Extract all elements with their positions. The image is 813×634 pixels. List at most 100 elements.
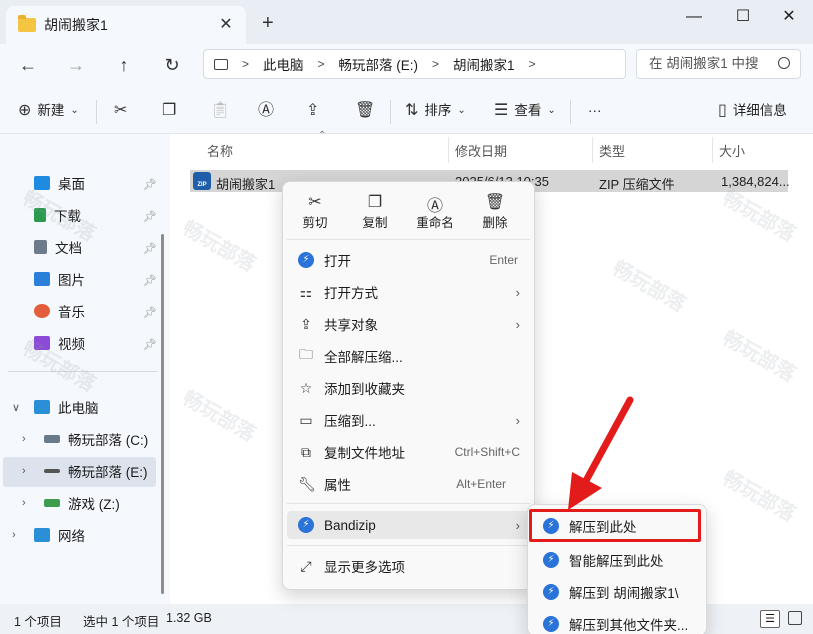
chevron-right-icon: ›	[515, 517, 520, 533]
menu-item-share[interactable]: ⇪ 共享对象 ›	[298, 312, 520, 336]
breadcrumb-pc[interactable]: 此电脑	[263, 54, 304, 74]
forward-button[interactable]: →	[61, 52, 91, 78]
sort-indicator-icon: ⌃	[318, 130, 327, 141]
sidebar-item-downloads[interactable]: 下载	[34, 203, 81, 227]
view-button[interactable]: ☰ 查看 ⌄	[494, 98, 556, 124]
sidebar-item-drive-e[interactable]: 畅玩部落 (E:)	[44, 459, 148, 483]
chevron-right-icon[interactable]: ›	[22, 497, 26, 509]
context-delete-label: 删除	[482, 216, 508, 230]
menu-separator	[287, 239, 530, 240]
rename-button[interactable]: Ⓐ	[258, 98, 274, 124]
submenu-item-label: 解压到 胡闹搬家1\	[569, 586, 679, 601]
context-delete-button[interactable]: 🗑︎ 删除	[472, 192, 518, 231]
pin-icon[interactable]: 📌︎	[143, 338, 157, 351]
sidebar-item-network[interactable]: 网络	[34, 523, 85, 547]
context-rename-button[interactable]: Ⓐ 重命名	[412, 192, 458, 231]
column-divider[interactable]	[592, 137, 593, 163]
column-divider[interactable]	[448, 137, 449, 163]
back-button[interactable]: ←	[13, 52, 43, 78]
context-copy-label: 复制	[362, 216, 388, 230]
minimize-button[interactable]: —	[676, 4, 712, 32]
submenu-item-smart-extract[interactable]: ⚡︎ 智能解压到此处	[543, 549, 664, 571]
sidebar-item-label: 音乐	[58, 305, 85, 320]
menu-item-extract-all[interactable]: 🗀 全部解压缩...	[298, 344, 518, 368]
breadcrumb-folder[interactable]: 胡闹搬家1	[453, 54, 515, 74]
menu-item-copy-path[interactable]: ⧉ 复制文件地址 Ctrl+Shift+C	[298, 440, 520, 464]
column-header-name[interactable]: 名称	[207, 141, 233, 160]
paste-button[interactable]: 📋︎	[210, 98, 230, 124]
menu-item-bandizip[interactable]: ⚡︎ Bandizip ›	[298, 513, 520, 537]
sidebar-scrollbar[interactable]	[161, 234, 164, 594]
wrench-icon: 🔧︎	[298, 475, 316, 492]
address-bar[interactable]: > 此电脑 > 畅玩部落 (E:) > 胡闹搬家1 >	[203, 49, 626, 79]
cut-button[interactable]: ✂	[114, 98, 127, 124]
up-button[interactable]: ↑	[109, 52, 139, 78]
breadcrumb-drive[interactable]: 畅玩部落 (E:)	[339, 54, 419, 74]
column-divider[interactable]	[712, 137, 713, 163]
new-label: 新建	[37, 103, 65, 118]
submenu-item-extract-to-folder[interactable]: ⚡︎ 解压到 胡闹搬家1\	[543, 581, 679, 603]
view-label: 查看	[514, 103, 542, 118]
menu-item-shortcut: Enter	[489, 253, 518, 267]
pin-icon[interactable]: 📌︎	[143, 210, 157, 223]
details-pane-button[interactable]: ▯ 详细信息	[718, 98, 787, 124]
sidebar-item-desktop[interactable]: 桌面	[34, 171, 85, 195]
pin-icon[interactable]: 📌︎	[143, 242, 157, 255]
context-copy-button[interactable]: ❐ 复制	[352, 192, 398, 231]
tab-active[interactable]: 胡闹搬家1 ✕	[6, 6, 246, 44]
sidebar-item-videos[interactable]: 视频	[34, 331, 85, 355]
sidebar-item-pictures[interactable]: 图片	[34, 267, 85, 291]
column-header-type[interactable]: 类型	[599, 141, 625, 160]
chevron-right-icon[interactable]: ›	[12, 529, 16, 541]
bandizip-icon: ⚡︎	[543, 584, 559, 600]
scissors-icon: ✂	[308, 194, 322, 211]
desktop-icon	[34, 176, 50, 190]
context-cut-button[interactable]: ✂ 剪切	[292, 192, 338, 231]
delete-button[interactable]: 🗑︎	[355, 98, 375, 124]
context-cut-label: 剪切	[302, 216, 328, 230]
new-tab-button[interactable]: +	[262, 12, 274, 35]
trash-icon: 🗑︎	[355, 102, 376, 119]
pin-icon[interactable]: 📌︎	[143, 274, 157, 287]
maximize-button[interactable]: ☐	[725, 4, 761, 32]
column-header-date[interactable]: 修改日期	[455, 141, 507, 160]
scissors-icon: ✂	[114, 102, 128, 119]
chevron-right-icon[interactable]: ›	[22, 465, 26, 477]
music-icon	[34, 304, 50, 318]
search-input[interactable]: 在 胡闹搬家1 中搜	[636, 49, 801, 79]
tiles-view-button[interactable]	[788, 611, 802, 625]
sidebar-item-this-pc[interactable]: 此电脑	[34, 395, 99, 419]
details-view-button[interactable]: ☰	[760, 610, 780, 628]
chevron-down-icon[interactable]: ∨	[12, 401, 20, 414]
menu-item-properties[interactable]: 🔧︎ 属性 Alt+Enter	[298, 472, 506, 496]
menu-item-label: 压缩到...	[324, 414, 376, 429]
close-window-button[interactable]: ✕	[771, 4, 807, 32]
pin-icon[interactable]: 📌︎	[143, 306, 157, 319]
more-options-button[interactable]: ···	[588, 98, 602, 124]
menu-item-label: 显示更多选项	[324, 560, 405, 575]
column-header-size[interactable]: 大小	[719, 141, 745, 160]
chevron-right-icon[interactable]: ›	[22, 433, 26, 445]
submenu-item-extract-other[interactable]: ⚡︎ 解压到其他文件夹...	[543, 613, 688, 634]
file-name[interactable]: 胡闹搬家1	[216, 174, 275, 193]
refresh-button[interactable]: ↻	[157, 52, 187, 78]
menu-item-show-more[interactable]: ⤢ 显示更多选项	[298, 554, 518, 578]
sidebar-item-drive-c[interactable]: 畅玩部落 (C:)	[44, 427, 148, 451]
view-icon: ☰	[494, 102, 509, 119]
pin-icon[interactable]: 📌︎	[143, 178, 157, 191]
new-button[interactable]: ⊕ 新建 ⌄	[18, 98, 79, 124]
breadcrumb-separator: >	[528, 57, 536, 71]
sidebar-item-music[interactable]: 音乐	[34, 299, 85, 323]
menu-item-add-favorite[interactable]: ☆ 添加到收藏夹	[298, 376, 518, 400]
share-button[interactable]: ⇪	[306, 98, 319, 124]
copy-button[interactable]: ❐	[162, 98, 176, 124]
menu-item-compress-to[interactable]: ▭ 压缩到... ›	[298, 408, 520, 432]
sidebar-item-documents[interactable]: 文档	[34, 235, 82, 259]
chevron-right-icon: ›	[515, 412, 520, 428]
sort-button[interactable]: ⇅ 排序 ⌄	[405, 98, 466, 124]
tab-close-button[interactable]: ✕	[216, 14, 236, 34]
menu-item-open[interactable]: ⚡︎ 打开 Enter	[298, 248, 518, 272]
sidebar-item-drive-z[interactable]: 游戏 (Z:)	[44, 491, 120, 515]
chevron-down-icon: ⌄	[70, 105, 79, 116]
menu-item-open-with[interactable]: ⚏ 打开方式 ›	[298, 280, 520, 304]
